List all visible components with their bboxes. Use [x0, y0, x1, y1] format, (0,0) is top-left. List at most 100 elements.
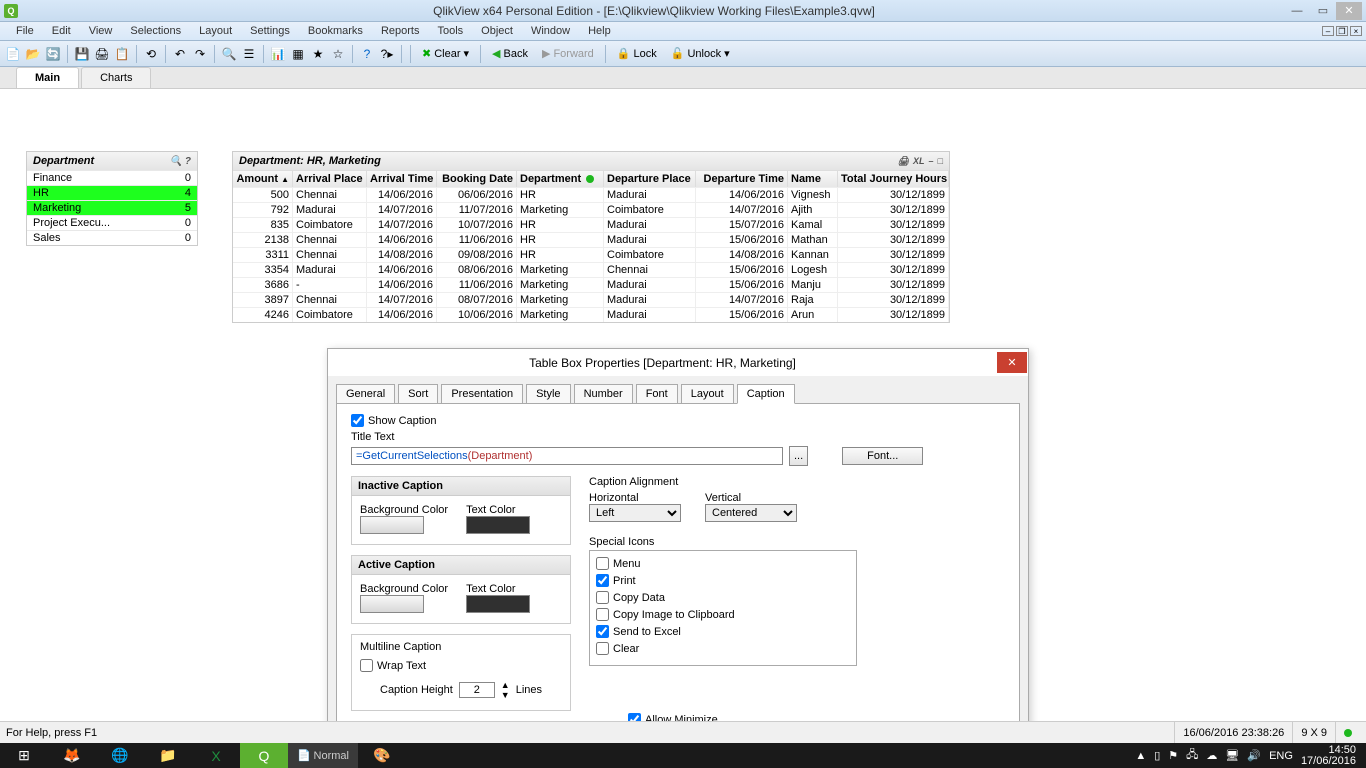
- dialog-tab[interactable]: Number: [574, 384, 633, 404]
- column-header[interactable]: Name: [788, 171, 838, 187]
- table-row[interactable]: 3897Chennai14/07/201608/07/2016Marketing…: [233, 292, 949, 307]
- save-icon[interactable]: 💾: [73, 45, 91, 63]
- doc-restore-button[interactable]: ❐: [1336, 26, 1348, 36]
- column-header[interactable]: Departure Time: [696, 171, 788, 187]
- search-icon[interactable]: 🔍: [169, 156, 181, 167]
- tablebox[interactable]: Department: HR, Marketing 🖨 XL – □ Amoun…: [232, 151, 950, 323]
- menu-selections[interactable]: Selections: [122, 23, 189, 39]
- menu-tools[interactable]: Tools: [429, 23, 471, 39]
- chart-icon[interactable]: 📊: [269, 45, 287, 63]
- list-item[interactable]: Finance0: [27, 170, 197, 185]
- help-icon[interactable]: ?: [185, 156, 191, 167]
- menu-reports[interactable]: Reports: [373, 23, 428, 39]
- table-row[interactable]: 3311Chennai14/08/201609/08/2016HRCoimbat…: [233, 247, 949, 262]
- list-item[interactable]: Project Execu...0: [27, 215, 197, 230]
- network-icon[interactable]: 🖧: [1186, 746, 1198, 765]
- open-icon[interactable]: 📂: [24, 45, 42, 63]
- table-row[interactable]: 792Madurai14/07/201611/07/2016MarketingC…: [233, 202, 949, 217]
- unlock-button[interactable]: 🔓Unlock▾: [665, 44, 736, 64]
- explorer-icon[interactable]: 📁: [144, 743, 192, 768]
- bookmark-icon[interactable]: ☆: [329, 45, 347, 63]
- special-icon-checkbox[interactable]: [596, 591, 609, 604]
- redo-icon[interactable]: ↷: [191, 45, 209, 63]
- list-item[interactable]: Sales0: [27, 230, 197, 245]
- back-button[interactable]: ◀Back: [486, 44, 534, 64]
- chrome-icon[interactable]: 🌐: [96, 743, 144, 768]
- horizontal-select[interactable]: Left: [589, 504, 681, 522]
- inactive-txt-swatch[interactable]: [466, 516, 530, 534]
- print-icon[interactable]: 🖨: [898, 156, 909, 167]
- column-header[interactable]: Arrival Place: [293, 171, 367, 187]
- column-header[interactable]: Total Journey Hours: [838, 171, 949, 187]
- doc-close-button[interactable]: ×: [1350, 26, 1362, 36]
- inactive-bg-swatch[interactable]: [360, 516, 424, 534]
- minimize-button[interactable]: —: [1284, 2, 1310, 20]
- new-icon[interactable]: 📄: [4, 45, 22, 63]
- devices-icon[interactable]: 🖥: [1225, 749, 1239, 762]
- active-bg-swatch[interactable]: [360, 595, 424, 613]
- help-icon[interactable]: ?: [358, 45, 376, 63]
- menu-settings[interactable]: Settings: [242, 23, 298, 39]
- menu-edit[interactable]: Edit: [44, 23, 79, 39]
- lock-button[interactable]: 🔒Lock: [611, 44, 663, 64]
- bookmark-add-icon[interactable]: ★: [309, 45, 327, 63]
- tab-main[interactable]: Main: [16, 67, 79, 88]
- minimize-icon[interactable]: –: [929, 156, 934, 166]
- cloud-icon[interactable]: ☁: [1206, 749, 1217, 762]
- menu-layout[interactable]: Layout: [191, 23, 240, 39]
- volume-icon[interactable]: 🔊: [1247, 749, 1261, 762]
- search-icon[interactable]: 🔍: [220, 45, 238, 63]
- special-icon-checkbox[interactable]: [596, 557, 609, 570]
- wrap-text-checkbox[interactable]: [360, 659, 373, 672]
- firefox-icon[interactable]: 🦊: [48, 743, 96, 768]
- start-button[interactable]: ⊞: [0, 743, 48, 768]
- list-item[interactable]: Marketing5: [27, 200, 197, 215]
- special-icon-checkbox[interactable]: [596, 625, 609, 638]
- column-header[interactable]: Departure Place: [604, 171, 696, 187]
- menu-file[interactable]: File: [8, 23, 42, 39]
- reload-icon[interactable]: ⟲: [142, 45, 160, 63]
- close-button[interactable]: ✕: [1336, 2, 1362, 20]
- table-row[interactable]: 835Coimbatore14/07/201610/07/2016HRMadur…: [233, 217, 949, 232]
- flag-icon[interactable]: ⚑: [1168, 749, 1178, 762]
- dialog-tab[interactable]: General: [336, 384, 395, 404]
- maximize-icon[interactable]: □: [938, 156, 943, 166]
- special-icon-checkbox[interactable]: [596, 608, 609, 621]
- menu-view[interactable]: View: [81, 23, 121, 39]
- dialog-tab[interactable]: Font: [636, 384, 678, 404]
- table-row[interactable]: 3686-14/06/201611/06/2016MarketingMadura…: [233, 277, 949, 292]
- column-header[interactable]: Booking Date: [437, 171, 517, 187]
- task-normal[interactable]: 📄 Normal: [288, 743, 358, 768]
- column-header[interactable]: Arrival Time: [367, 171, 437, 187]
- maximize-button[interactable]: ▭: [1310, 2, 1336, 20]
- print-icon[interactable]: 🖨: [93, 45, 111, 63]
- caption-height-input[interactable]: [459, 682, 495, 698]
- battery-icon[interactable]: ▯: [1154, 749, 1160, 762]
- table-icon[interactable]: ▦: [289, 45, 307, 63]
- active-txt-swatch[interactable]: [466, 595, 530, 613]
- print-preview-icon[interactable]: 📋: [113, 45, 131, 63]
- whatsthis-icon[interactable]: ?▸: [378, 45, 396, 63]
- dialog-tab[interactable]: Layout: [681, 384, 734, 404]
- menu-help[interactable]: Help: [580, 23, 619, 39]
- department-listbox[interactable]: Department 🔍 ? Finance0HR4Marketing5Proj…: [26, 151, 198, 246]
- dialog-tab[interactable]: Presentation: [441, 384, 523, 404]
- dialog-tab[interactable]: Style: [526, 384, 570, 404]
- forward-button[interactable]: ▶Forward: [536, 44, 600, 64]
- show-caption-checkbox[interactable]: [351, 414, 364, 427]
- qlikview-icon[interactable]: Q: [240, 743, 288, 768]
- clear-button[interactable]: ✖Clear▾: [416, 44, 475, 64]
- column-header[interactable]: Amount ▲: [233, 171, 293, 187]
- doc-min-button[interactable]: –: [1322, 26, 1334, 36]
- menu-window[interactable]: Window: [523, 23, 578, 39]
- clock[interactable]: 14:5017/06/2016: [1301, 745, 1356, 767]
- special-icon-checkbox[interactable]: [596, 574, 609, 587]
- language-indicator[interactable]: ENG: [1269, 750, 1293, 762]
- dialog-tab[interactable]: Caption: [737, 384, 795, 404]
- tray-expand-icon[interactable]: ▲: [1135, 750, 1146, 762]
- refresh-icon[interactable]: 🔄: [44, 45, 62, 63]
- excel-icon[interactable]: X: [192, 743, 240, 768]
- table-row[interactable]: 4246Coimbatore14/06/201610/06/2016Market…: [233, 307, 949, 322]
- undo-icon[interactable]: ↶: [171, 45, 189, 63]
- table-row[interactable]: 2138Chennai14/06/201611/06/2016HRMadurai…: [233, 232, 949, 247]
